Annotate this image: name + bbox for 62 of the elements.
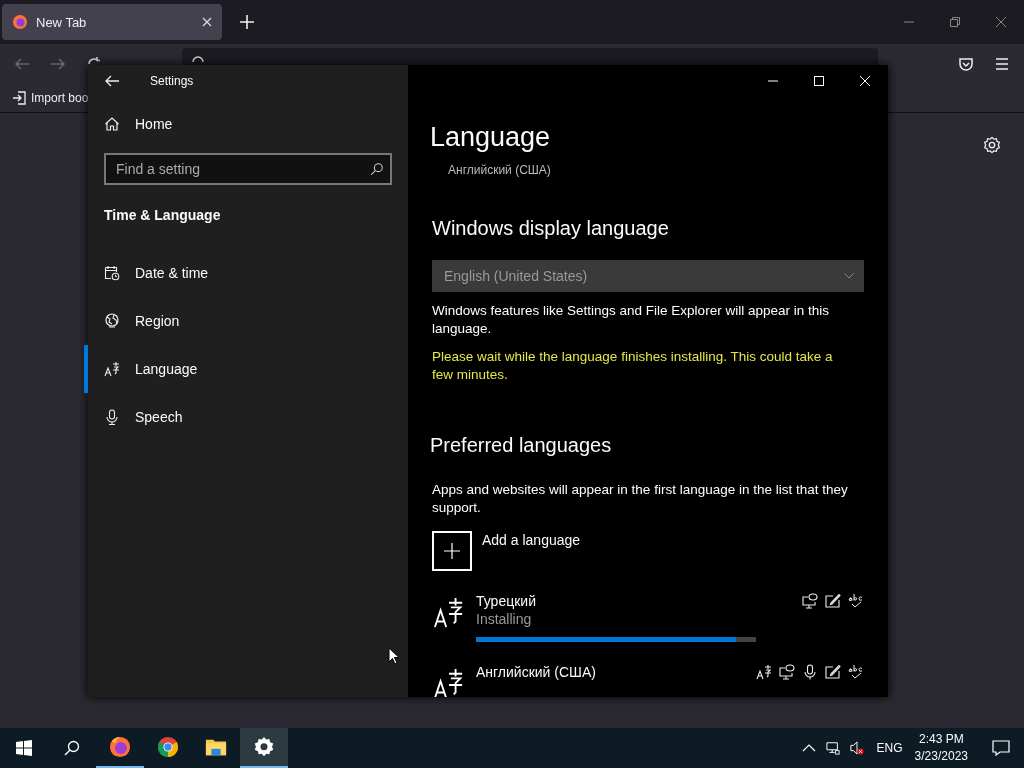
language-icon — [434, 597, 464, 629]
pen-pad-icon — [825, 664, 841, 680]
gear-icon — [253, 736, 275, 758]
pen-pad-icon — [825, 593, 841, 609]
status-text: Installing — [476, 611, 533, 627]
nav-item[interactable]: Speech — [84, 393, 408, 441]
calendar-clock-icon — [104, 265, 120, 281]
nav-item[interactable]: Region — [84, 297, 408, 345]
forward-icon[interactable] — [50, 56, 66, 72]
display-speech-icon — [779, 664, 795, 680]
language-icon — [104, 361, 120, 377]
microphone-icon — [104, 409, 120, 425]
globe-icon — [104, 313, 120, 329]
import-icon — [12, 91, 26, 105]
cursor-icon — [388, 647, 400, 665]
page-title: Language — [430, 121, 552, 153]
clock[interactable]: 2:43 PM 3/23/2023 — [914, 731, 968, 765]
microphone-icon — [802, 664, 818, 680]
tab-title: New Tab — [36, 14, 88, 30]
chevron-down-icon — [844, 273, 854, 279]
restore-icon[interactable] — [950, 17, 960, 27]
firefox-icon — [12, 14, 28, 30]
section-heading: Windows display language — [432, 217, 670, 240]
back-icon[interactable] — [104, 73, 120, 89]
display-language-dropdown[interactable]: English (United States) — [432, 260, 864, 292]
window-title: Settings — [150, 74, 194, 88]
plus-icon — [444, 543, 460, 559]
network-icon[interactable] — [825, 741, 840, 755]
new-tab-icon[interactable] — [240, 15, 254, 29]
spell-check-icon — [848, 593, 864, 609]
description-text: Apps and websites will appear in the first language in the list that they support. — [432, 481, 849, 517]
browser-tab[interactable]: New Tab — [2, 4, 222, 40]
settings-icon[interactable] — [983, 136, 1001, 154]
chrome-icon — [157, 736, 179, 758]
language-name: Английский (США) — [476, 664, 597, 680]
windows-icon — [16, 740, 32, 756]
search-field[interactable]: Find a setting — [104, 153, 392, 185]
volume-muted-icon[interactable] — [849, 741, 864, 755]
language-name: Английский (США) — [448, 163, 552, 177]
spell-check-icon — [848, 664, 864, 680]
language-name: Турецкий — [476, 593, 537, 609]
language-icon — [434, 668, 464, 697]
section-heading: Preferred languages — [430, 434, 613, 457]
home-icon — [104, 116, 120, 132]
warning-text: Please wait while the language finishes installing. This could take a few minutes. — [432, 348, 834, 384]
description-text: Windows features like Settings and File Explorer will appear in this language. — [432, 302, 830, 338]
firefox-icon — [109, 736, 131, 758]
input-language-indicator[interactable]: ENG — [876, 741, 903, 755]
notification-icon[interactable] — [992, 740, 1010, 756]
display-speech-icon — [802, 593, 818, 609]
maximize-icon[interactable] — [814, 76, 824, 86]
bookmark-item[interactable]: Import boo — [12, 91, 89, 105]
add-language-label[interactable]: Add a language — [482, 532, 581, 548]
taskbar-app[interactable] — [240, 728, 288, 768]
section-heading: Time & Language — [103, 207, 222, 223]
nav-item[interactable]: Date & time — [84, 249, 408, 297]
pocket-icon[interactable] — [958, 56, 974, 72]
menu-icon[interactable] — [994, 56, 1010, 72]
add-language-button[interactable] — [432, 531, 472, 571]
language-icon — [756, 664, 772, 680]
home-item[interactable]: Home — [84, 105, 408, 143]
reload-icon[interactable] — [86, 56, 102, 64]
